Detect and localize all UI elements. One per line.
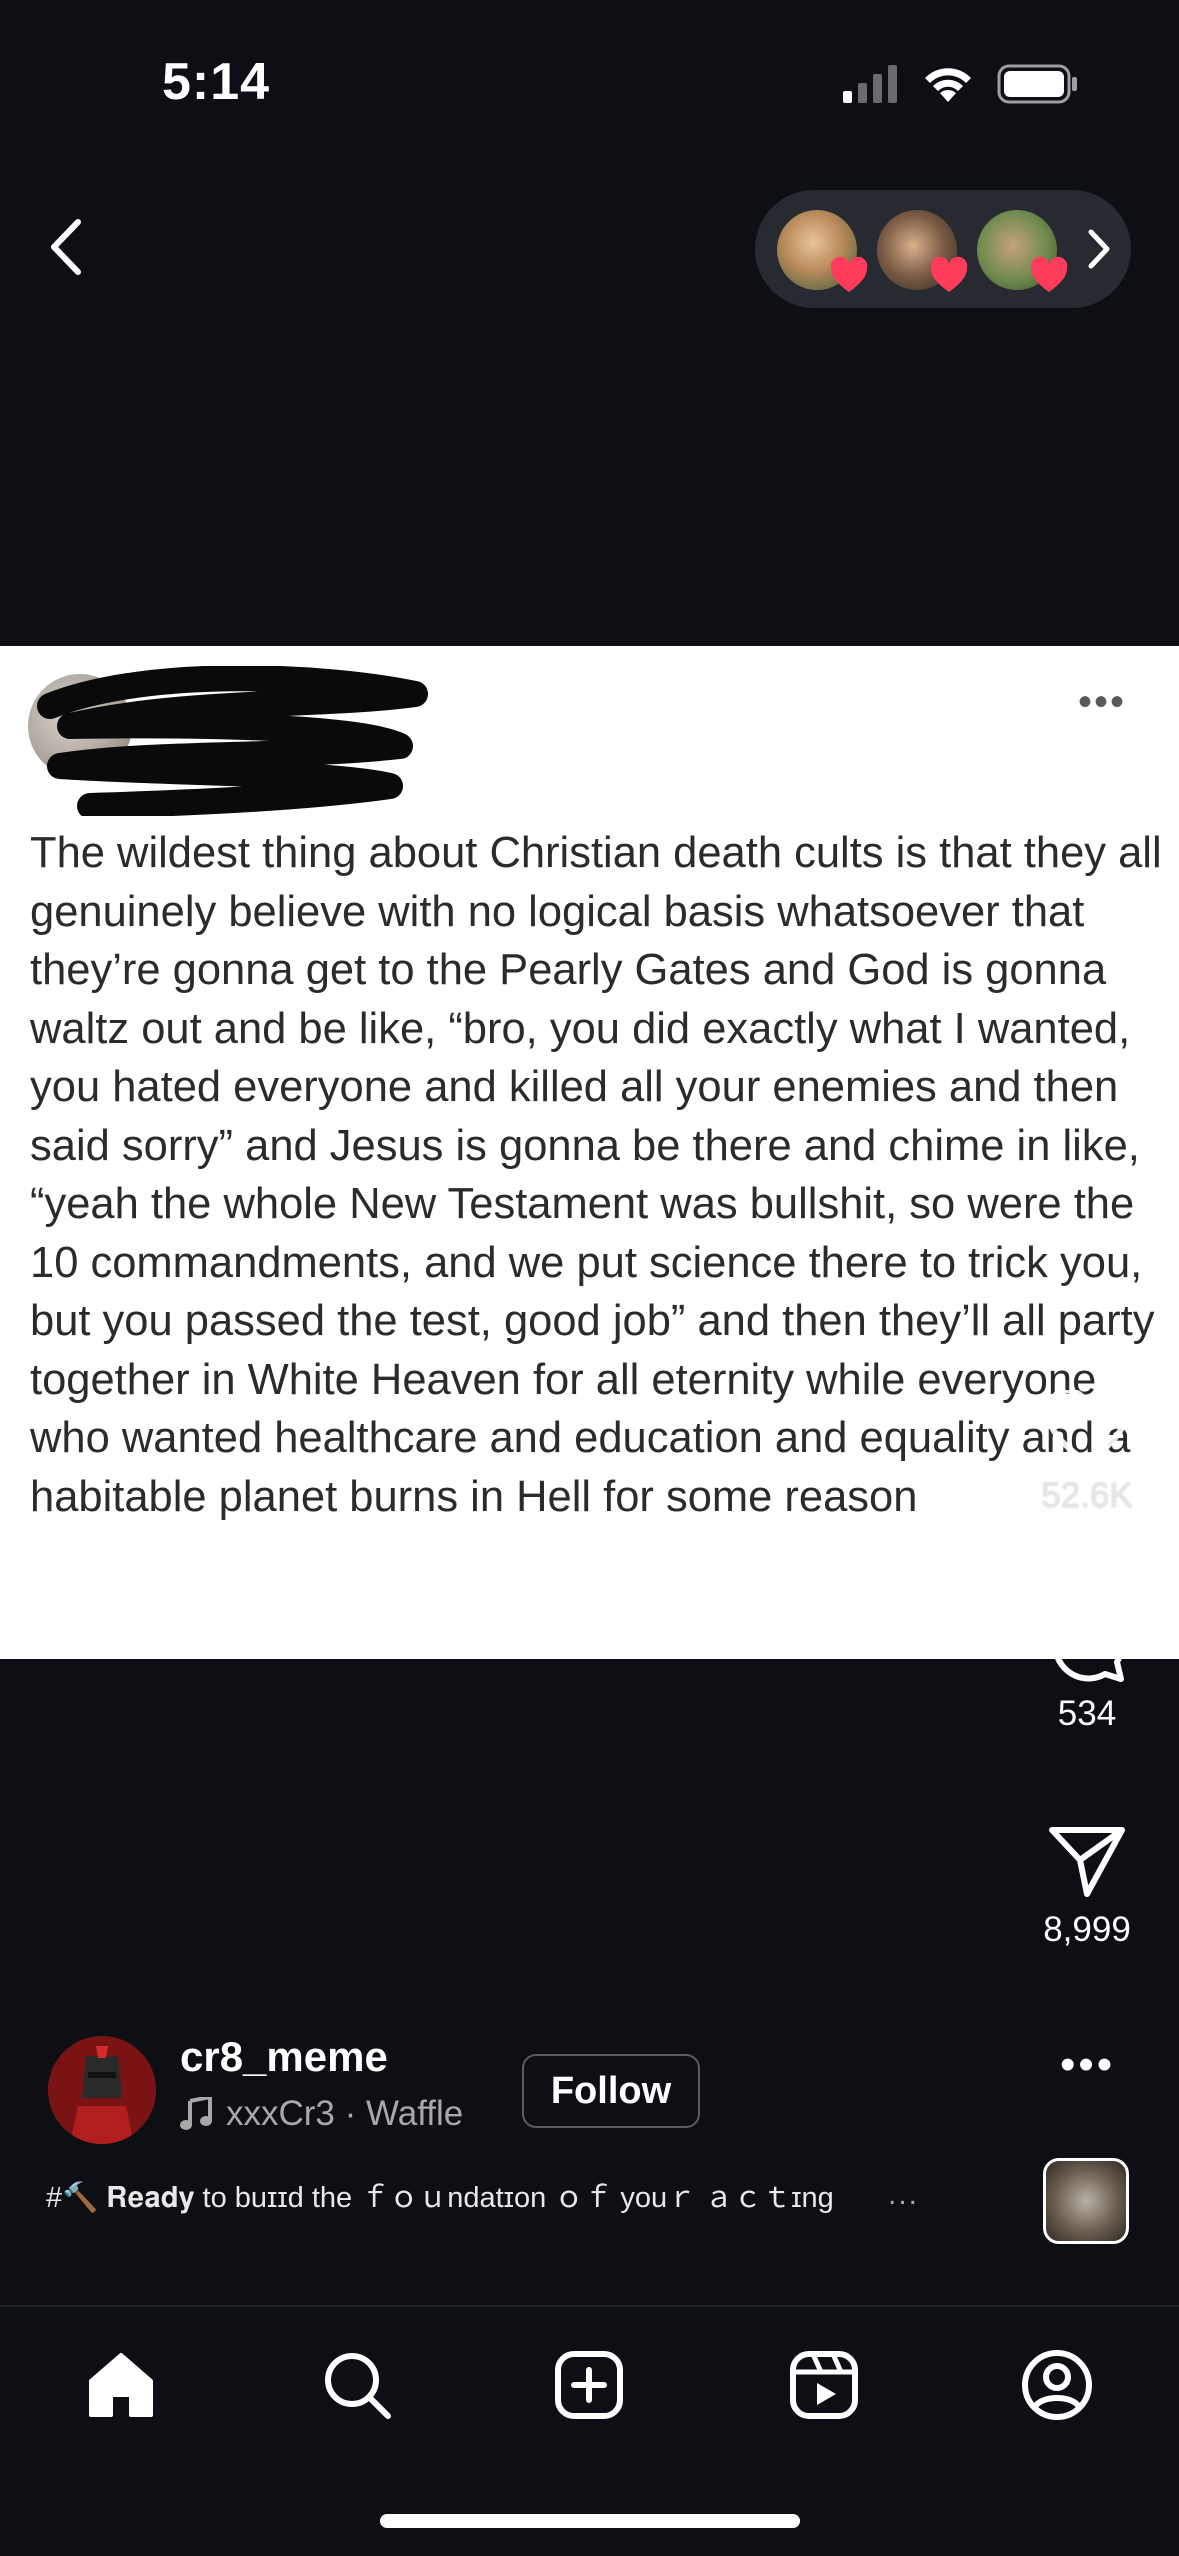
follow-button[interactable]: Follow [522,2054,700,2128]
heart-icon [830,256,868,292]
home-indicator[interactable] [380,2514,800,2528]
post-image-more-icon: ••• [1078,680,1127,724]
status-time: 5:14 [162,53,271,111]
owner-avatar[interactable] [48,2036,156,2144]
audio-thumbnail[interactable] [1043,2158,1129,2244]
post-image[interactable]: The wildest thing about Christian death … [0,646,1179,1659]
comment-action[interactable]: 534 [1017,1604,1157,1734]
nav-create[interactable] [550,2346,628,2424]
status-icons [843,64,1079,104]
back-button[interactable] [48,215,96,279]
share-action[interactable]: 8,999 [1017,1824,1157,1950]
chevron-right-icon [1088,229,1110,269]
post-text: The wildest thing about Christian death … [30,829,1162,1521]
knight-avatar-art [48,2036,156,2144]
create-icon [555,2351,623,2419]
more-options-button[interactable]: ••• [1060,2040,1115,2090]
caption-text[interactable]: #🔨 𝐑𝐞𝐚𝐝𝐲 to buɪɪd the ｆｏｕndatɪon ｏｆ youｒ… [46,2174,946,2216]
share-count: 8,999 [1043,1910,1131,1949]
caption-more-link[interactable]: ... [888,2178,919,2212]
heart-icon [1030,256,1068,292]
like-action[interactable]: 52.6K [1017,1390,1157,1516]
nav-search[interactable] [318,2346,396,2424]
cellular-signal-icon [843,65,897,103]
audio-label: xxxCr3 · Waffle [226,2094,464,2133]
heart-icon [930,256,968,292]
reels-icon [790,2351,858,2419]
heart-icon [1045,1390,1129,1465]
battery-icon [997,64,1077,104]
nav-profile[interactable] [1018,2346,1096,2424]
audio-row[interactable]: xxxCr3 · Waffle [180,2094,463,2134]
status-bar: 5:14 [0,0,1179,150]
like-count: 52.6K [1041,1476,1133,1515]
home-icon [89,2353,153,2417]
search-icon [325,2353,391,2419]
comment-count: 534 [1057,1694,1117,1733]
chevron-left-icon [51,219,81,275]
nav-divider [0,2305,1179,2307]
profile-icon [1022,2350,1092,2420]
viewers-pill[interactable] [755,190,1131,308]
redaction-scribble [37,666,428,816]
nav-reels[interactable] [785,2346,863,2424]
comment-icon [1052,1609,1125,1682]
music-note-icon [180,2097,212,2130]
nav-home[interactable] [82,2346,160,2424]
share-icon [1049,1827,1125,1897]
owner-username[interactable]: cr8_meme [180,2033,388,2081]
wifi-icon [925,68,971,102]
